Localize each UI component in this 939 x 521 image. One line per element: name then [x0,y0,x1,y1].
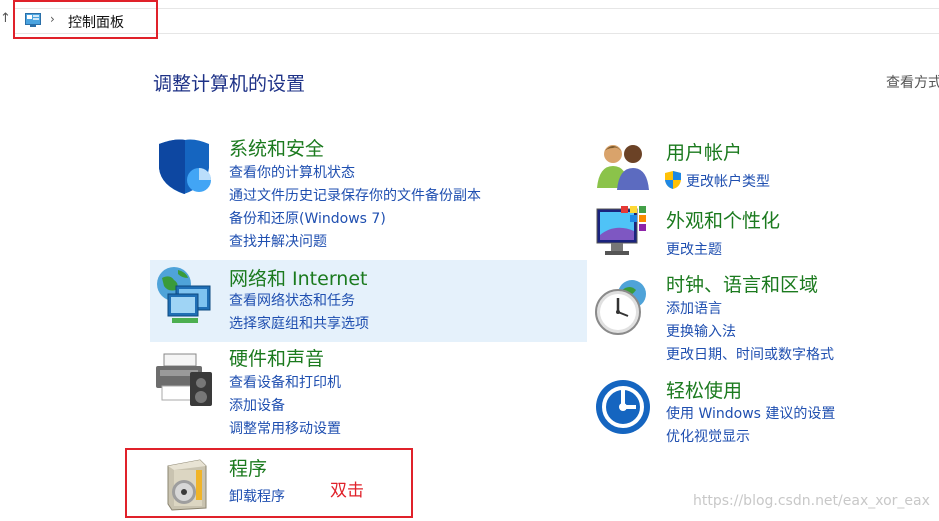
appearance-monitor-icon [596,206,646,255]
category-system-security[interactable]: 系统和安全 [229,134,324,161]
link-network-status[interactable]: 查看网络状态和任务 [229,290,355,310]
category-hardware-sound[interactable]: 硬件和声音 [229,344,324,371]
link-mobility-settings[interactable]: 调整常用移动设置 [229,418,341,438]
annotation-double-click: 双击 [330,481,364,501]
link-date-time-format[interactable]: 更改日期、时间或数字格式 [666,344,834,364]
view-by-label[interactable]: 查看方式 [886,72,939,92]
link-change-theme[interactable]: 更改主题 [666,239,722,259]
category-ease-of-access[interactable]: 轻松使用 [666,376,742,403]
category-user-accounts[interactable]: 用户帐户 [666,138,742,165]
link-file-history[interactable]: 通过文件历史记录保存你的文件备份副本 [229,185,481,205]
category-network-internet[interactable]: 网络和 Internet [229,264,367,291]
link-add-language[interactable]: 添加语言 [666,298,722,318]
uac-shield-icon [665,171,681,189]
up-arrow-icon[interactable]: ↑ [0,11,11,26]
shield-security-icon [159,139,211,194]
network-globe-icon [157,267,211,323]
link-devices-printers[interactable]: 查看设备和打印机 [229,372,341,392]
link-homegroup-sharing[interactable]: 选择家庭组和共享选项 [229,313,369,333]
watermark: https://blog.csdn.net/eax_xor_eax [693,493,930,509]
highlight-box-address [13,0,158,39]
address-bar: ↑ › 控制面板 [0,0,939,40]
link-recommended-settings[interactable]: 使用 Windows 建议的设置 [666,403,835,423]
link-change-input-method[interactable]: 更换输入法 [666,321,736,341]
link-view-computer-status[interactable]: 查看你的计算机状态 [229,162,355,182]
link-optimize-visual-display[interactable]: 优化视觉显示 [666,426,750,446]
category-clock-language-region[interactable]: 时钟、语言和区域 [666,270,818,297]
link-backup-restore[interactable]: 备份和还原(Windows 7) [229,208,386,228]
clock-globe-icon [595,280,646,335]
category-appearance[interactable]: 外观和个性化 [666,206,780,233]
link-add-device[interactable]: 添加设备 [229,395,285,415]
page-title: 调整计算机的设置 [153,73,306,95]
link-troubleshoot[interactable]: 查找并解决问题 [229,231,327,251]
user-accounts-icon [597,145,649,190]
ease-of-access-icon [596,380,650,434]
printer-speaker-icon [156,353,212,406]
link-change-account-type[interactable]: 更改帐户类型 [686,171,770,191]
highlight-box-programs [125,448,413,518]
